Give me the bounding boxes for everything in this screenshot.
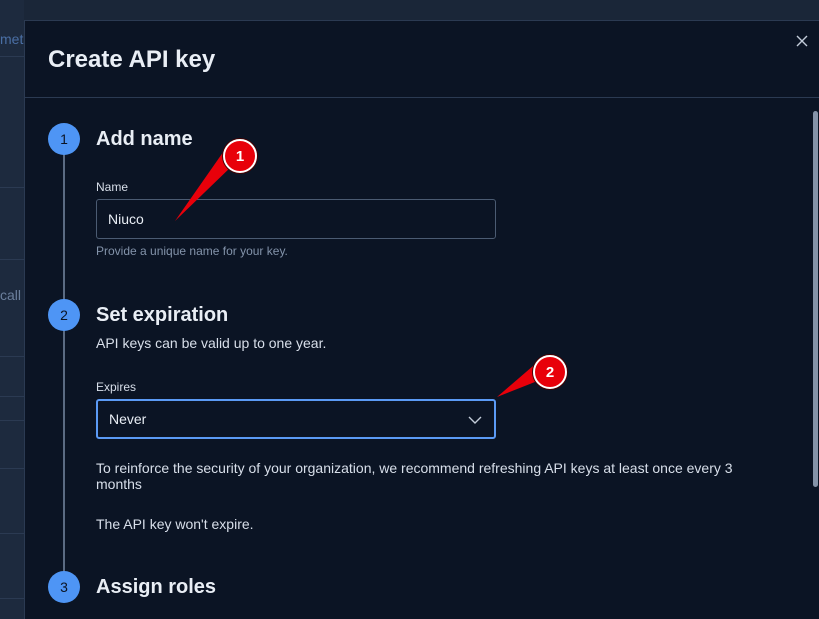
step-2-number: 2	[48, 299, 80, 331]
step-2-title: Set expiration	[96, 304, 229, 326]
name-label: Name	[96, 180, 129, 194]
modal-title: Create API key	[48, 46, 216, 73]
background-divider	[0, 420, 24, 421]
expires-selected-value: Never	[109, 411, 147, 427]
modal-body: 1 Add name Name Provide a unique name fo…	[25, 99, 805, 619]
name-helper-text: Provide a unique name for your key.	[96, 244, 288, 258]
background-divider	[0, 598, 24, 599]
background-divider	[0, 259, 24, 260]
step-1-number: 1	[48, 123, 80, 155]
expiration-description: API keys can be valid up to one year.	[96, 335, 327, 351]
expiration-status: The API key won't expire.	[96, 516, 254, 532]
expires-select[interactable]: Never	[96, 399, 496, 439]
annotation-badge-1: 1	[223, 139, 257, 173]
step-3-number: 3	[48, 571, 80, 603]
step-1-title: Add name	[96, 128, 193, 150]
step-3-title: Assign roles	[96, 576, 217, 598]
background-page: met call	[0, 0, 24, 619]
chevron-down-icon	[468, 416, 482, 424]
background-divider	[0, 468, 24, 469]
background-divider	[0, 356, 24, 357]
expires-label: Expires	[96, 380, 137, 394]
background-divider	[0, 187, 24, 188]
scrollbar-thumb[interactable]	[813, 111, 818, 487]
background-topbar	[0, 0, 819, 20]
modal-header: Create API key	[25, 21, 819, 98]
background-divider	[0, 396, 24, 397]
background-divider	[0, 533, 24, 534]
name-input[interactable]	[96, 199, 496, 239]
close-icon[interactable]	[794, 33, 810, 49]
background-divider	[0, 56, 24, 57]
annotation-badge-2: 2	[533, 355, 567, 389]
background-fragment-call: call	[0, 287, 22, 303]
background-fragment-met: met	[0, 31, 24, 47]
step-timeline	[63, 139, 65, 599]
security-recommendation: To reinforce the security of your organi…	[96, 460, 733, 492]
create-api-key-modal: Create API key 1 Add name Name Provide a…	[24, 20, 819, 619]
